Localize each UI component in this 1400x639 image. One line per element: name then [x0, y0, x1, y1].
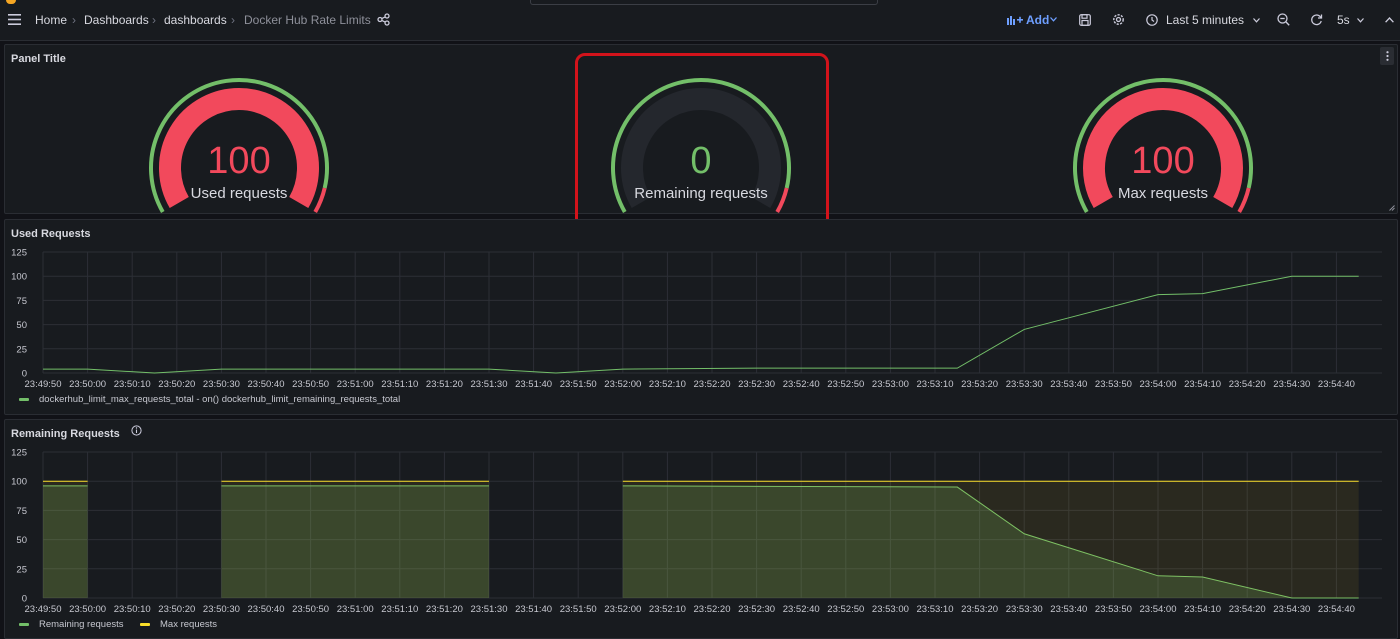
x-tick-label: 23:54:10 — [1184, 604, 1221, 615]
x-tick-label: 23:54:20 — [1229, 604, 1266, 615]
legend-swatch — [19, 622, 29, 626]
x-tick-label: 23:53:20 — [961, 604, 998, 615]
legend-label: Max requests — [160, 619, 218, 630]
x-tick-label: 23:51:20 — [426, 604, 463, 615]
x-tick-label: 23:50:50 — [292, 604, 329, 615]
y-tick-label: 0 — [22, 594, 27, 605]
series-area — [221, 481, 489, 598]
x-tick-label: 23:52:30 — [738, 604, 775, 615]
y-tick-label: 75 — [16, 506, 27, 517]
legend-item[interactable]: Max requests — [140, 619, 217, 630]
x-tick-label: 23:53:00 — [872, 604, 909, 615]
legend-label: Remaining requests — [39, 619, 124, 630]
x-tick-label: 23:53:50 — [1095, 604, 1132, 615]
x-tick-label: 23:52:10 — [649, 604, 686, 615]
y-tick-label: 50 — [16, 535, 27, 546]
x-tick-label: 23:53:10 — [917, 604, 954, 615]
x-tick-label: 23:54:40 — [1318, 604, 1355, 615]
x-tick-label: 23:51:10 — [381, 604, 418, 615]
x-tick-label: 23:53:30 — [1006, 604, 1043, 615]
x-tick-label: 23:52:50 — [827, 604, 864, 615]
x-tick-label: 23:50:10 — [114, 604, 151, 615]
series-area — [43, 481, 88, 598]
y-tick-label: 125 — [11, 448, 27, 459]
x-tick-label: 23:51:30 — [471, 604, 508, 615]
x-tick-label: 23:51:50 — [560, 604, 597, 615]
legend-swatch — [140, 622, 150, 626]
x-tick-label: 23:54:30 — [1273, 604, 1310, 615]
series-area — [622, 481, 1359, 598]
y-tick-label: 100 — [11, 477, 27, 488]
x-tick-label: 23:52:20 — [694, 604, 731, 615]
x-tick-label: 23:54:00 — [1140, 604, 1177, 615]
x-tick-label: 23:50:00 — [69, 604, 106, 615]
x-tick-label: 23:52:40 — [783, 604, 820, 615]
x-tick-label: 23:50:20 — [158, 604, 195, 615]
x-tick-label: 23:51:40 — [515, 604, 552, 615]
x-tick-label: 23:50:40 — [248, 604, 285, 615]
x-tick-label: 23:53:40 — [1050, 604, 1087, 615]
remaining-requests-chart: 0 25 50 75 100 125 23:49:50 23:50:00 23:50:10 23:… — [11, 448, 1382, 615]
x-tick-label: 23:52:00 — [604, 604, 641, 615]
x-tick-label: 23:51:00 — [337, 604, 374, 615]
x-tick-label: 23:49:50 — [25, 604, 62, 615]
y-tick-label: 25 — [16, 564, 27, 575]
x-tick-label: 23:50:30 — [203, 604, 240, 615]
legend-item[interactable]: Remaining requests — [19, 619, 124, 630]
